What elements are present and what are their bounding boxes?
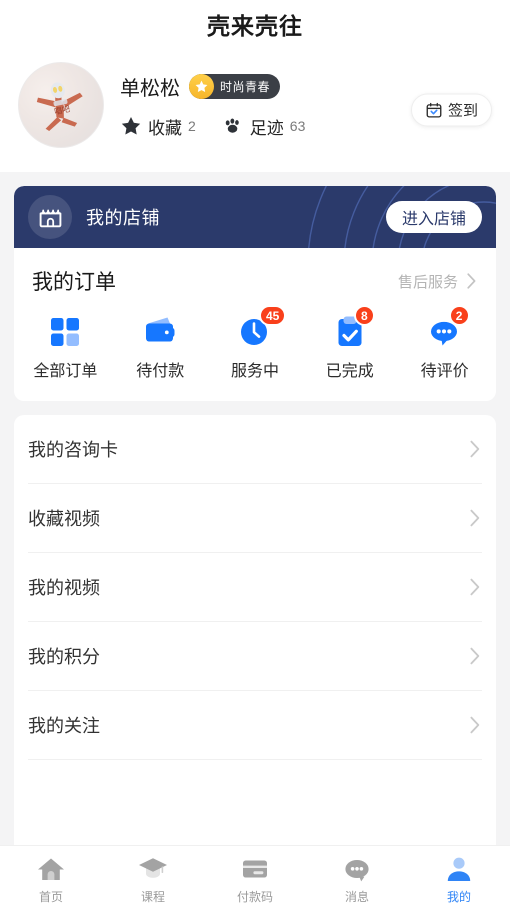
- orders-header: 我的订单 售后服务: [14, 248, 496, 300]
- order-status-unpaid-label: 待付款: [136, 363, 185, 380]
- stat-footprints-label: 足迹: [249, 118, 284, 138]
- stat-footprints[interactable]: 足迹 63: [222, 114, 306, 139]
- menu-item-label: 收藏视频: [28, 509, 100, 529]
- tab-home-label: 首页: [38, 890, 63, 904]
- order-status-unpaid[interactable]: 待付款: [113, 314, 208, 381]
- order-status-toreview-badge: 2: [448, 305, 470, 326]
- wallet-icon: [146, 317, 175, 342]
- star-icon: [121, 117, 141, 135]
- enter-store-label: 进入店铺: [401, 211, 466, 228]
- comment-icon-wrap: 2: [428, 305, 470, 348]
- tab-messages[interactable]: 消息: [306, 854, 408, 905]
- menu-item-label: 我的咨询卡: [28, 440, 118, 460]
- chat-icon: [345, 860, 369, 882]
- grid-icon-wrap: [48, 314, 82, 348]
- menu-card: 我的咨询卡 收藏视频 我的视频 我的积分 我的关注: [14, 415, 496, 911]
- calendar-icon: [426, 102, 442, 118]
- chevron-right-icon: [470, 509, 480, 527]
- paw-icon: [225, 118, 239, 133]
- chevron-right-icon: [470, 716, 480, 734]
- page-title: 壳来壳往: [207, 13, 303, 39]
- order-status-toreview-label: 待评价: [420, 363, 469, 380]
- store-banner[interactable]: 我的店铺 进入店铺: [14, 186, 496, 248]
- menu-item-my-points[interactable]: 我的积分: [28, 622, 482, 691]
- menu-item-label: 我的关注: [28, 716, 100, 736]
- order-status-inservice[interactable]: 45 服务中: [208, 305, 303, 381]
- stat-favorites-value: 2: [188, 118, 196, 134]
- enter-store-button[interactable]: 进入店铺: [385, 201, 482, 233]
- username: 单松松: [120, 77, 180, 100]
- stat-footprints-value: 63: [289, 118, 306, 134]
- clock-icon-wrap: 45: [238, 305, 287, 348]
- order-status-toreview[interactable]: 2 待评价: [397, 305, 492, 381]
- order-status-row: 全部订单 待付款 45 服务中 8 已完成 2 待评价: [14, 300, 496, 401]
- tab-profile[interactable]: 我的: [408, 854, 510, 905]
- tab-home[interactable]: 首页: [0, 854, 102, 905]
- app-root: 壳来壳往 唱吧 单松松 时尚青春 收藏 2 足迹 63 签到 我的店铺 进入店铺…: [0, 0, 510, 911]
- profile-section: 唱吧 单松松 时尚青春 收藏 2 足迹 63 签到: [0, 48, 510, 172]
- after-sales-link[interactable]: 售后服务: [398, 271, 478, 292]
- menu-item-my-following[interactable]: 我的关注: [28, 691, 482, 760]
- menu-item-label: 我的视频: [28, 578, 100, 598]
- tab-courses[interactable]: 课程: [102, 854, 204, 905]
- grid-icon: [51, 318, 80, 346]
- page-header: 壳来壳往: [0, 0, 510, 48]
- bottom-tab-bar: 首页 课程 付款码 消息 我的: [0, 845, 510, 911]
- signin-button[interactable]: 签到: [410, 93, 492, 127]
- section-divider: [0, 172, 510, 186]
- clipboard-check-icon-wrap: 8: [333, 305, 375, 348]
- chevron-right-icon: [470, 440, 480, 458]
- graduation-cap-icon: [139, 858, 167, 878]
- card-icon: [243, 860, 267, 878]
- home-icon: [38, 858, 64, 880]
- chevron-right-icon: [470, 578, 480, 596]
- tab-payment-code[interactable]: 付款码: [204, 854, 306, 905]
- store-orders-card: 我的店铺 进入店铺 我的订单 售后服务 全部订单 待付款 45 服务中 8 已完…: [14, 186, 496, 401]
- chevron-right-icon: [467, 273, 476, 289]
- menu-item-label: 我的积分: [28, 647, 100, 667]
- orders-title: 我的订单: [32, 271, 116, 294]
- tab-messages-label: 消息: [344, 890, 369, 904]
- svg-text:唱吧: 唱吧: [53, 104, 71, 116]
- avatar[interactable]: 唱吧: [18, 62, 104, 148]
- tab-courses-label: 课程: [140, 890, 165, 904]
- star-badge-icon: [189, 73, 214, 99]
- menu-item-my-videos[interactable]: 我的视频: [28, 553, 482, 622]
- menu-item-favorite-videos[interactable]: 收藏视频: [28, 484, 482, 553]
- after-sales-label: 售后服务: [397, 273, 458, 291]
- stat-favorites-label: 收藏: [148, 118, 182, 138]
- order-status-all-label: 全部订单: [33, 363, 98, 380]
- person-icon: [447, 857, 471, 881]
- wallet-icon-wrap: [143, 314, 177, 348]
- order-status-completed[interactable]: 8 已完成: [302, 305, 397, 381]
- store-title: 我的店铺: [86, 208, 160, 228]
- order-status-completed-badge: 8: [353, 305, 375, 326]
- tab-profile-label: 我的: [446, 890, 471, 904]
- stat-favorites[interactable]: 收藏 2: [120, 114, 196, 139]
- shop-icon-wrap: [28, 195, 72, 239]
- order-status-inservice-badge: 45: [258, 305, 287, 326]
- order-status-all[interactable]: 全部订单: [18, 314, 113, 381]
- menu-item-consult-card[interactable]: 我的咨询卡: [28, 415, 482, 484]
- order-status-completed-label: 已完成: [325, 363, 374, 380]
- order-status-inservice-label: 服务中: [230, 363, 279, 380]
- vip-badge[interactable]: 时尚青春: [189, 73, 281, 99]
- avatar-figure-icon: 唱吧: [36, 82, 83, 132]
- shop-icon: [39, 208, 61, 227]
- vip-badge-label: 时尚青春: [220, 79, 271, 94]
- tab-payment-code-label: 付款码: [236, 890, 273, 904]
- chevron-right-icon: [470, 647, 480, 665]
- signin-label: 签到: [447, 102, 478, 120]
